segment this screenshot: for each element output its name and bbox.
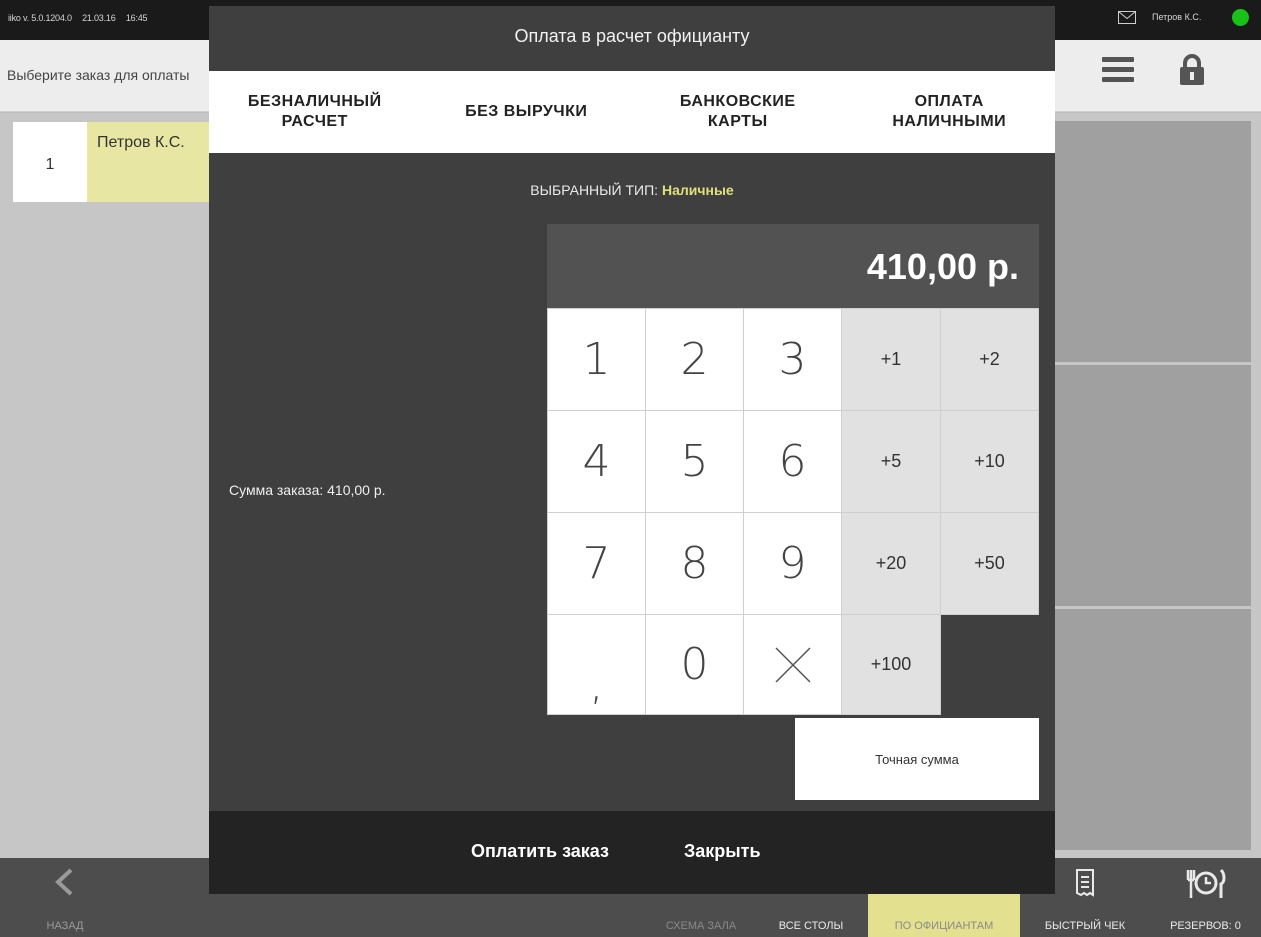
version-label: iiko v. 5.0.1204.0: [8, 13, 72, 23]
key-3[interactable]: 3: [743, 308, 842, 411]
order-waiter[interactable]: Петров К.С.: [87, 122, 217, 202]
back-label: НАЗАД: [46, 920, 84, 932]
key-1[interactable]: 1: [547, 308, 646, 411]
tab-bank-cards[interactable]: БАНКОВСКИЕ КАРТЫ: [632, 71, 844, 153]
key-4[interactable]: 4: [547, 410, 646, 513]
order-sum: Сумма заказа: 410,00 р.: [229, 482, 386, 498]
key-plus-5[interactable]: +5: [841, 410, 941, 513]
version-info: iiko v. 5.0.1204.0 21.03.16 16:45: [8, 13, 155, 23]
date-label: 21.03.16: [82, 13, 116, 23]
select-order-hint: Выберите заказ для оплаты: [7, 67, 190, 83]
key-plus-2[interactable]: +2: [940, 308, 1039, 411]
selected-type: ВЫБРАННЫЙ ТИП: Наличные: [209, 182, 1055, 198]
key-8[interactable]: 8: [645, 512, 744, 615]
receipt-icon: [1076, 869, 1094, 897]
online-status-icon: [1232, 9, 1249, 26]
quick-check-label: БЫСТРЫЙ ЧЕК: [1044, 920, 1126, 932]
side-panel: [1054, 121, 1251, 362]
payment-type-tabs: БЕЗНАЛИЧНЫЙ РАСЧЕТ БЕЗ ВЫРУЧКИ БАНКОВСКИ…: [209, 71, 1055, 153]
tab-cash[interactable]: ОПЛАТА НАЛИЧНЫМИ: [844, 71, 1056, 153]
reservations-button[interactable]: РЕЗЕРВОВ: 0: [1150, 858, 1261, 937]
side-panel: [1054, 365, 1251, 606]
key-plus-100[interactable]: +100: [841, 614, 941, 715]
order-number[interactable]: 1: [13, 122, 87, 202]
close-button[interactable]: Закрыть: [684, 841, 761, 862]
key-5[interactable]: 5: [645, 410, 744, 513]
key-7[interactable]: 7: [547, 512, 646, 615]
chevron-left-icon: [55, 868, 73, 896]
key-plus-1[interactable]: +1: [841, 308, 941, 411]
backspace-key[interactable]: [743, 614, 842, 715]
current-user: Петров К.С.: [1152, 12, 1202, 22]
back-button[interactable]: НАЗАД: [35, 858, 95, 937]
key-2[interactable]: 2: [645, 308, 744, 411]
menu-icon[interactable]: [1102, 57, 1134, 83]
tab-cashless[interactable]: БЕЗНАЛИЧНЫЙ РАСЧЕТ: [209, 71, 421, 153]
lock-icon[interactable]: [1179, 54, 1205, 86]
clear-icon: [774, 646, 811, 683]
amount-display: 410,00 р.: [547, 224, 1039, 308]
tab-no-revenue[interactable]: БЕЗ ВЫРУЧКИ: [421, 71, 633, 153]
selected-type-value: Наличные: [661, 182, 734, 198]
key-6[interactable]: 6: [743, 410, 842, 513]
pay-order-button[interactable]: Оплатить заказ: [471, 841, 609, 862]
mail-icon[interactable]: [1118, 11, 1136, 24]
selected-type-label: ВЫБРАННЫЙ ТИП:: [530, 182, 659, 198]
key-plus-10[interactable]: +10: [940, 410, 1039, 513]
side-panel: [1054, 609, 1251, 850]
reservation-clock-icon: [1186, 868, 1225, 898]
time-label: 16:45: [125, 13, 148, 23]
key-0[interactable]: 0: [645, 614, 744, 715]
key-plus-50[interactable]: +50: [940, 512, 1039, 615]
dialog-footer: Оплатить заказ Закрыть: [209, 811, 1055, 894]
exact-sum-button[interactable]: Точная сумма: [795, 718, 1039, 800]
key-9[interactable]: 9: [743, 512, 842, 615]
hall-scheme-label: СХЕМА ЗАЛА: [665, 920, 737, 932]
reservations-label: РЕЗЕРВОВ: 0: [1170, 920, 1241, 932]
all-tables-label: ВСЕ СТОЛЫ: [778, 920, 844, 932]
by-waiters-label: ПО ОФИЦИАНТАМ: [894, 920, 994, 932]
key-comma[interactable]: ,: [547, 614, 646, 715]
dialog-title: Оплата в расчет официанту: [514, 26, 750, 46]
key-plus-20[interactable]: +20: [841, 512, 941, 615]
payment-dialog: Оплата в расчет официанту БЕЗНАЛИЧНЫЙ РА…: [209, 6, 1055, 894]
